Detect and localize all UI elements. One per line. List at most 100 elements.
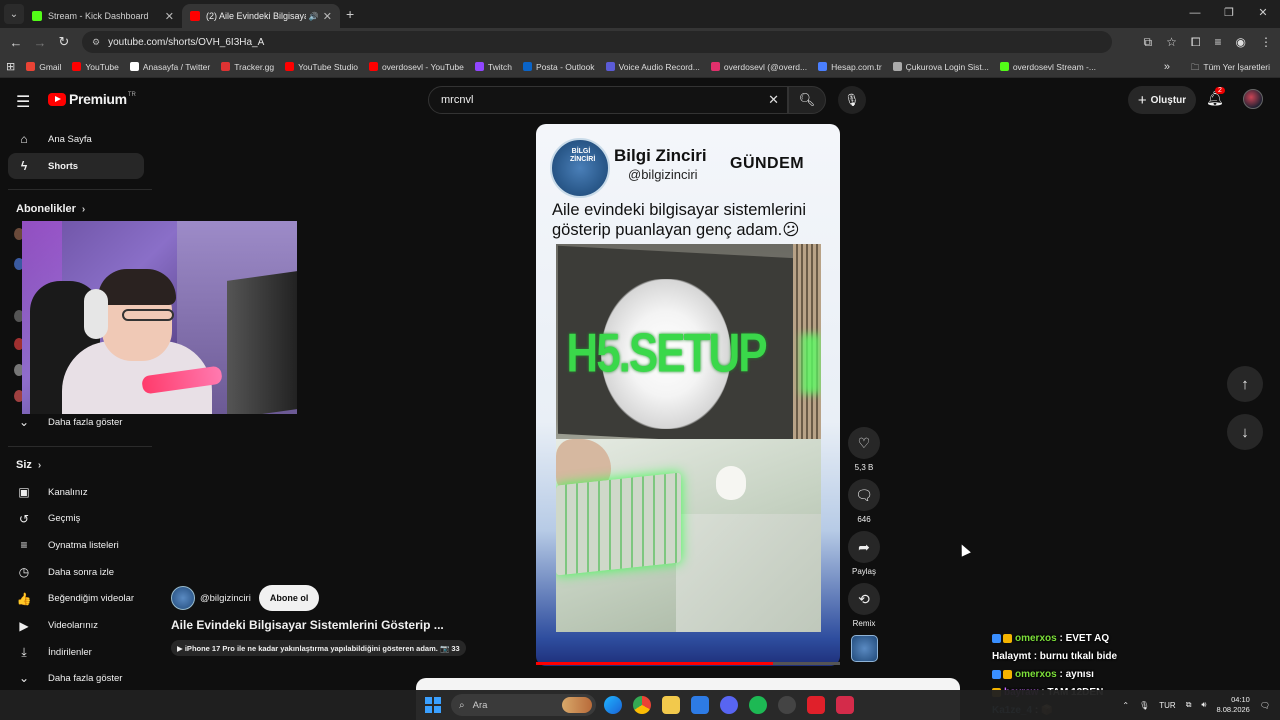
edge-icon[interactable]: [604, 696, 622, 714]
discord-icon[interactable]: [720, 696, 738, 714]
bookmark-item[interactable]: YouTube Studio: [285, 62, 358, 72]
forward-icon[interactable]: →: [28, 35, 52, 50]
speaker-icon[interactable]: 🔊: [309, 12, 319, 21]
sidebar-item-shorts[interactable]: ϟ Shorts: [8, 153, 144, 179]
audio-source-thumbnail[interactable]: [851, 635, 878, 662]
volume-icon[interactable]: 🔊︎: [1201, 700, 1206, 710]
previous-short-button[interactable]: ↑: [1227, 366, 1263, 402]
taskbar-search[interactable]: ⌕ Ara: [451, 694, 596, 716]
sidebar-show-more-you[interactable]: ⌄ Daha fazla göster: [8, 665, 144, 691]
network-icon[interactable]: ⧉: [1186, 700, 1192, 710]
more-bookmarks-icon[interactable]: »: [1164, 56, 1170, 78]
tab-kick-dashboard[interactable]: Stream - Kick Dashboard ✕: [24, 4, 182, 28]
tab-search-icon[interactable]: ⌄: [4, 4, 24, 24]
notification-center-icon[interactable]: 🗨︎: [1260, 701, 1270, 710]
tray-overflow-icon[interactable]: ⌃: [1122, 701, 1129, 710]
subscribe-button[interactable]: Abone ol: [258, 585, 320, 611]
search-button[interactable]: 🔍︎: [788, 86, 826, 114]
notifications-button[interactable]: 🔔︎ 2: [1206, 87, 1225, 107]
back-icon[interactable]: ←: [4, 35, 28, 50]
bookmark-item[interactable]: Anasayfa / Twitter: [129, 61, 211, 72]
sidebar-item-video[interactable]: ▶ Videolarınız: [8, 613, 144, 639]
sidebar-item-home[interactable]: ⌂ Ana Sayfa: [8, 126, 144, 152]
short-video-player[interactable]: BİLGİ ZİNCİRİ Bilgi Zinciri @bilgizincir…: [536, 124, 840, 666]
photo-screen-text: H5.SETUP: [566, 279, 768, 429]
share-button[interactable]: ➦: [848, 531, 880, 563]
close-tab-icon[interactable]: ✕: [323, 10, 332, 23]
bookmark-item[interactable]: Çukurova Login Sist...: [892, 62, 989, 72]
menu-icon[interactable]: ⋮: [1260, 35, 1272, 49]
sidebar-item-thumbs-up[interactable]: 👍 Beğendiğim videolar: [8, 586, 144, 612]
comment-button[interactable]: 🗨︎: [848, 479, 880, 511]
you-heading[interactable]: Siz ›: [16, 459, 41, 471]
spotify-icon[interactable]: [749, 696, 767, 714]
short-progress-bar[interactable]: [536, 662, 840, 665]
sidebar-item-channel[interactable]: ▣ Kanalınız: [8, 479, 144, 505]
clear-search-icon[interactable]: ✕: [768, 92, 779, 108]
account-avatar[interactable]: [1243, 89, 1263, 109]
sidebar-item-download[interactable]: ⤓ İndirilenler: [8, 639, 144, 665]
tray-mic-icon[interactable]: 🎙︎: [1139, 701, 1149, 710]
sidebar-item-clock[interactable]: ◷ Daha sonra izle: [8, 559, 144, 585]
windows-start-icon[interactable]: [425, 697, 441, 713]
bookmark-item[interactable]: Twitch: [474, 62, 512, 72]
plus-icon: +: [1137, 91, 1147, 109]
hamburger-menu-icon[interactable]: ☰: [16, 92, 30, 112]
share-icon: ➦: [858, 538, 870, 555]
sidebar-item-playlist[interactable]: ≡ Oynatma listeleri: [8, 532, 144, 558]
new-tab-icon[interactable]: +: [346, 6, 354, 22]
related-video-chip[interactable]: ▶ iPhone 17 Pro ile ne kadar yakınlaştır…: [171, 640, 466, 656]
bookmark-label: Anasayfa / Twitter: [142, 61, 211, 72]
file-explorer-icon[interactable]: [662, 696, 680, 714]
bookmark-item[interactable]: YouTube: [72, 62, 119, 72]
bookmark-item[interactable]: overdosevl Stream -...: [999, 62, 1096, 72]
remix-button[interactable]: ⟲: [848, 583, 880, 615]
youtube-premium-logo[interactable]: Premium TR: [48, 91, 136, 107]
like-button[interactable]: ♡: [848, 427, 880, 459]
home-icon: ⌂: [20, 132, 28, 146]
channel-avatar[interactable]: [171, 586, 195, 610]
short-title[interactable]: Aile Evindeki Bilgisayar Sistemlerini Gö…: [171, 618, 444, 632]
bookmark-item[interactable]: Tracker.gg: [221, 62, 274, 72]
subscriptions-heading[interactable]: Abonelikler ›: [16, 203, 85, 215]
search-input[interactable]: mrcnvl ✕: [428, 86, 788, 114]
channel-icon: ▣: [18, 485, 30, 499]
voice-search-button[interactable]: 🎙︎: [838, 86, 866, 114]
clock[interactable]: 04:10 8.08.2026: [1216, 695, 1249, 715]
bookmark-item[interactable]: Gmail: [26, 62, 61, 72]
chevron-down-icon: ⌄: [18, 415, 30, 429]
store-icon[interactable]: [691, 696, 709, 714]
url-field[interactable]: ⚙ youtube.com/shorts/OVH_6I3Ha_A: [82, 31, 1112, 53]
sidebar-item-history[interactable]: ↺ Geçmiş: [8, 506, 144, 532]
share-action: ➦ Paylaş: [848, 531, 880, 576]
media-icon[interactable]: ≡: [1215, 35, 1222, 49]
apps-icon[interactable]: ⊞: [6, 60, 15, 73]
app-icon[interactable]: [836, 696, 854, 714]
microphone-icon: 🎙︎: [844, 93, 860, 107]
close-tab-icon[interactable]: ✕: [165, 10, 174, 23]
steam-icon[interactable]: [778, 696, 796, 714]
app-icon[interactable]: [807, 696, 825, 714]
reload-icon[interactable]: ↻: [52, 34, 76, 50]
bookmark-item[interactable]: overdosevl - YouTube: [368, 62, 464, 72]
create-button[interactable]: + Oluştur: [1128, 86, 1196, 114]
input-language[interactable]: TUR: [1159, 701, 1175, 710]
minimize-icon[interactable]: —: [1178, 0, 1212, 28]
site-info-icon[interactable]: ⚙: [92, 37, 100, 48]
tab-youtube-short[interactable]: (2) Aile Evindeki Bilgisayar S 🔊 ✕: [182, 4, 340, 28]
bookmark-star-icon[interactable]: ☆: [1166, 35, 1177, 49]
bookmark-item[interactable]: Posta - Outlook: [522, 62, 595, 72]
extensions-icon[interactable]: ⧠: [1191, 35, 1201, 50]
close-window-icon[interactable]: ✕: [1246, 0, 1280, 28]
profile-icon[interactable]: ◉: [1236, 35, 1246, 49]
chrome-icon[interactable]: [633, 696, 651, 714]
install-icon[interactable]: ⧉: [1144, 35, 1153, 50]
channel-name[interactable]: @bilgizinciri: [200, 593, 251, 604]
restore-icon[interactable]: ❐: [1212, 0, 1246, 28]
all-bookmarks[interactable]: 🗀 Tüm Yer İşaretleri: [1191, 56, 1270, 78]
bookmark-item[interactable]: Hesap.com.tr: [818, 62, 882, 72]
remix-icon: ⟲: [858, 590, 870, 607]
bookmark-item[interactable]: Voice Audio Record...: [605, 62, 700, 72]
bookmark-item[interactable]: overdosevl (@overd...: [710, 62, 807, 72]
next-short-button[interactable]: ↓: [1227, 414, 1263, 450]
